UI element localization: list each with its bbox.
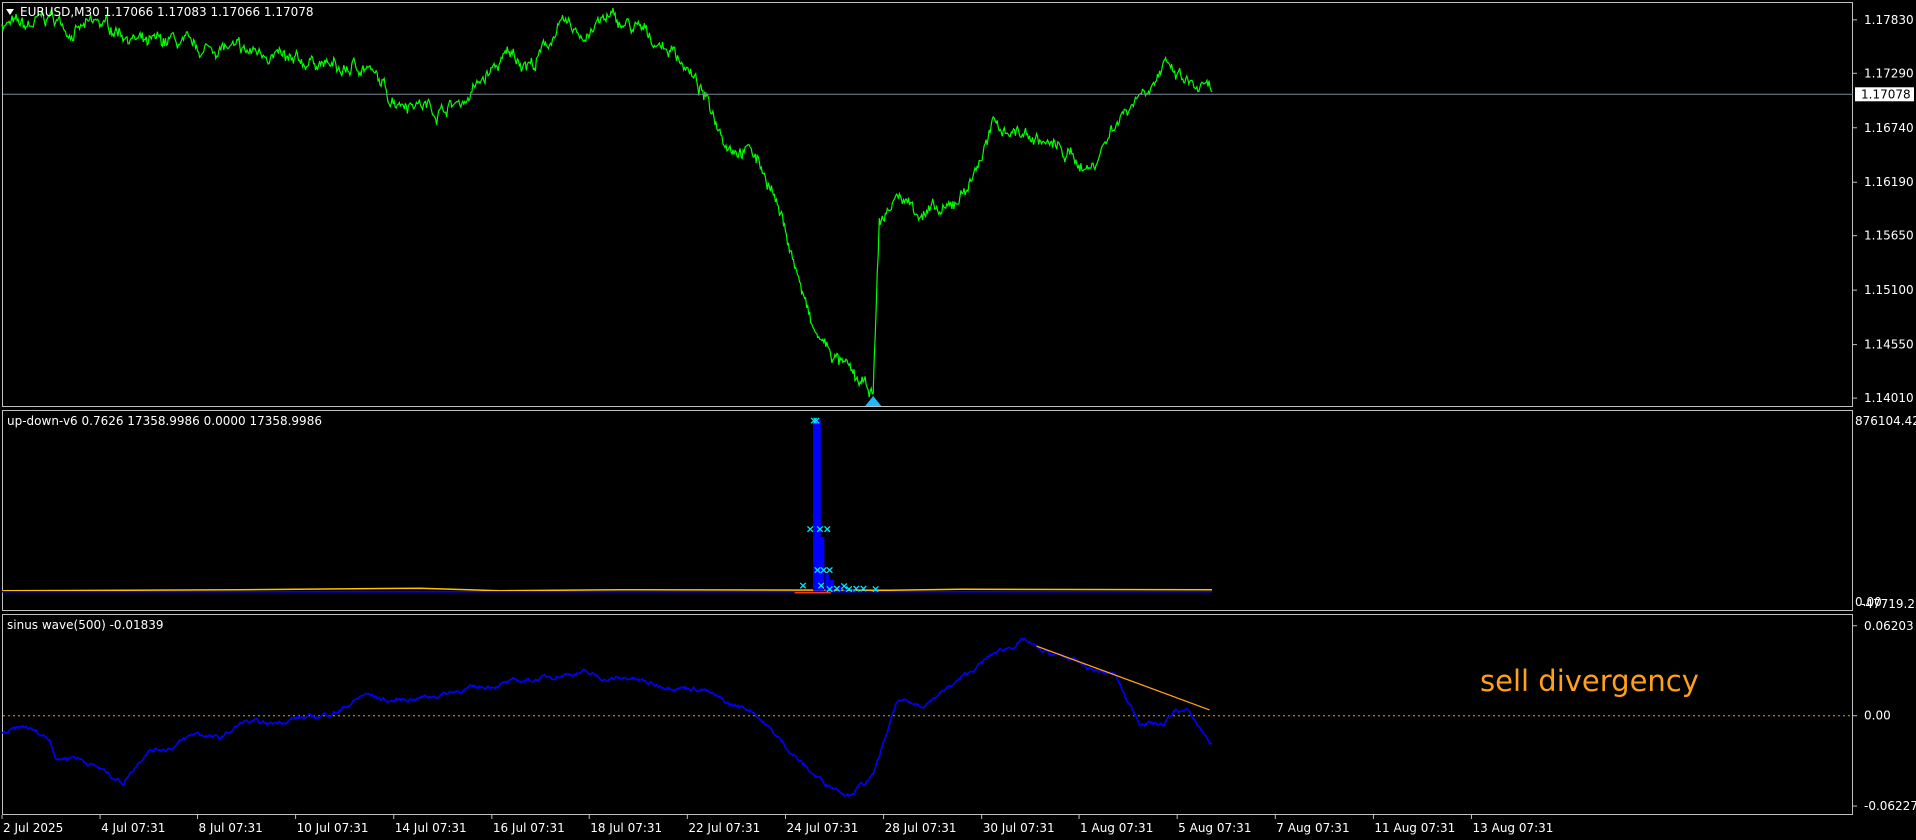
time-axis-label: 14 Jul 07:31	[395, 821, 467, 835]
time-axis-label: 16 Jul 07:31	[493, 821, 565, 835]
time-axis-label: 2 Jul 2025	[3, 821, 63, 835]
current-price-label: 1.17078	[1861, 87, 1911, 101]
time-axis-label: 1 Aug 07:31	[1080, 821, 1153, 835]
time-axis-label: 11 Aug 07:31	[1374, 821, 1455, 835]
indicator-panel-frame	[2, 410, 1853, 611]
time-axis-label: 28 Jul 07:31	[885, 821, 957, 835]
divergence-trendline	[1036, 645, 1210, 711]
indicator-level-line	[1, 587, 1213, 592]
price-axis-label: 1.17290	[1864, 66, 1914, 80]
triangle-down-icon[interactable]	[6, 9, 14, 15]
time-axis-label: 8 Jul 07:31	[198, 821, 262, 835]
indicator-x-marker: ×	[871, 582, 880, 595]
price-axis-label: 1.16190	[1864, 175, 1914, 189]
price-axis-label: 1.16740	[1864, 121, 1914, 135]
indicator-x-marker: ×	[806, 522, 815, 535]
price-plot	[1, 7, 1213, 398]
sine-panel-frame	[2, 614, 1853, 815]
price-axis-label: 1.14010	[1864, 391, 1914, 405]
time-axis-label: 10 Jul 07:31	[297, 821, 369, 835]
sine-series-line	[1, 637, 1213, 798]
indicator-bottom-label: -47719.25	[1861, 597, 1916, 611]
main-panel-header: EURUSD,M30 1.17066 1.17083 1.17066 1.170…	[20, 5, 314, 19]
indicator-plot: ×××× ×××××× ×××××× ×	[1, 414, 1213, 595]
time-axis-label: 13 Aug 07:31	[1473, 821, 1554, 835]
sine-axis-label: 0.06203	[1864, 619, 1914, 633]
price-series-line	[1, 7, 1213, 398]
price-axis-label: 1.14550	[1864, 338, 1914, 352]
main-panel-frame	[2, 2, 1853, 407]
indicator-x-marker: ×	[825, 563, 834, 576]
indicator-top-label: 876104.42	[1855, 414, 1916, 428]
time-axis-label: 30 Jul 07:31	[983, 821, 1055, 835]
sine-axis-label: -0.06227	[1864, 799, 1916, 813]
time-axis-label: 24 Jul 07:31	[786, 821, 858, 835]
sine-axis-label: 0.00	[1864, 709, 1891, 723]
price-axis-label: 1.15100	[1864, 283, 1914, 297]
indicator-panel-header: up-down-v6 0.7626 17358.9986 0.0000 1735…	[7, 414, 322, 428]
time-axis: 2 Jul 2025 4 Jul 07:31 8 Jul 07:31 10 Jul 0…	[1, 815, 1554, 835]
time-axis-label: 5 Aug 07:31	[1178, 821, 1251, 835]
indicator-x-marker: ×	[823, 522, 832, 535]
low-arrow-icon	[865, 396, 882, 406]
sine-plot	[1, 637, 1853, 798]
sine-panel-header: sinus wave(500) -0.01839	[7, 618, 164, 632]
price-axis-label: 1.17830	[1864, 13, 1914, 27]
time-axis-label: 22 Jul 07:31	[688, 821, 760, 835]
indicator-x-marker: ×	[859, 582, 868, 595]
indicator-x-marker: ×	[798, 579, 807, 592]
time-axis-label: 7 Aug 07:31	[1276, 821, 1349, 835]
sine-axis: 0.06203 0.00 -0.06227	[1853, 619, 1916, 813]
indicator-x-marker: ×	[812, 414, 821, 427]
sell-divergency-annotation: sell divergency	[1480, 664, 1699, 698]
price-axis-label: 1.15650	[1864, 229, 1914, 243]
time-axis-label: 4 Jul 07:31	[101, 821, 165, 835]
price-axis: 1.17830 1.17290 1.16740 1.16190 1.15650 1.151…	[1853, 13, 1914, 405]
time-axis-label: 18 Jul 07:31	[590, 821, 662, 835]
trading-terminal: 1.17830 1.17290 1.16740 1.16190 1.15650 1.151…	[0, 0, 1916, 840]
chart-canvas[interactable]: 1.17830 1.17290 1.16740 1.16190 1.15650 1.151…	[0, 0, 1916, 840]
